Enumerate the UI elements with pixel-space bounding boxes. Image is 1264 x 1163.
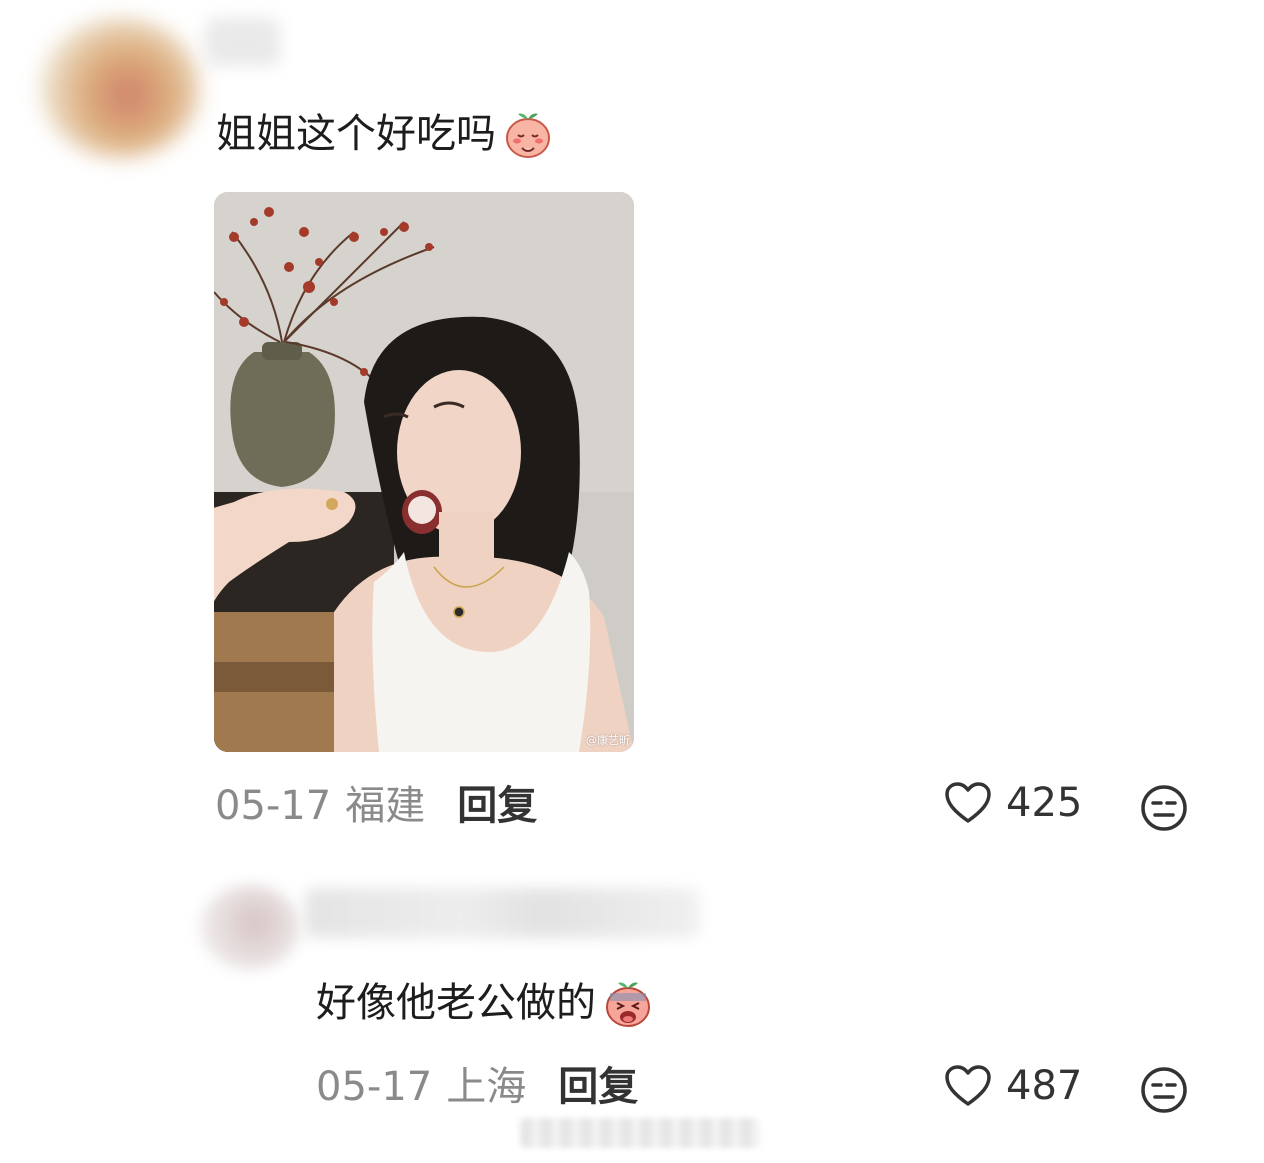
- like-count: 487: [1006, 1063, 1083, 1109]
- comment-meta: 05-17 上海 回复: [316, 1063, 638, 1111]
- comment-image[interactable]: @康艺昕: [214, 192, 634, 752]
- username-blurred[interactable]: [305, 888, 700, 938]
- blushing-peach-emoji-icon: [506, 113, 550, 158]
- comment-location: 上海: [446, 1064, 527, 1110]
- like-button[interactable]: 487: [944, 1063, 1082, 1109]
- heart-icon[interactable]: [944, 781, 992, 825]
- comment-date: 05-17: [215, 783, 332, 829]
- heart-icon[interactable]: [944, 1064, 992, 1108]
- comment-location: 福建: [345, 783, 426, 829]
- avatar[interactable]: [200, 885, 300, 970]
- reply-button[interactable]: 回复: [558, 1063, 638, 1111]
- comment-text: 姐姐这个好吃吗: [216, 108, 554, 160]
- photo-illustration: [214, 192, 634, 752]
- blurred-text: [520, 1118, 760, 1148]
- like-count: 425: [1006, 780, 1083, 826]
- comment-date: 05-17: [316, 1064, 433, 1110]
- comment-text-content: 好像他老公做的: [316, 980, 596, 1026]
- comment-text: 好像他老公做的: [316, 977, 654, 1029]
- like-button[interactable]: 425: [944, 780, 1082, 826]
- neutral-face-icon[interactable]: [1140, 1066, 1188, 1114]
- comment-text-content: 姐姐这个好吃吗: [216, 111, 496, 157]
- crying-peach-emoji-icon: [606, 982, 650, 1027]
- comment-meta: 05-17 福建 回复: [215, 782, 537, 830]
- avatar[interactable]: [40, 18, 200, 158]
- image-watermark: @康艺昕: [586, 734, 630, 747]
- reply-button[interactable]: 回复: [457, 782, 537, 830]
- neutral-face-icon[interactable]: [1140, 784, 1188, 832]
- username-blurred[interactable]: [205, 18, 280, 66]
